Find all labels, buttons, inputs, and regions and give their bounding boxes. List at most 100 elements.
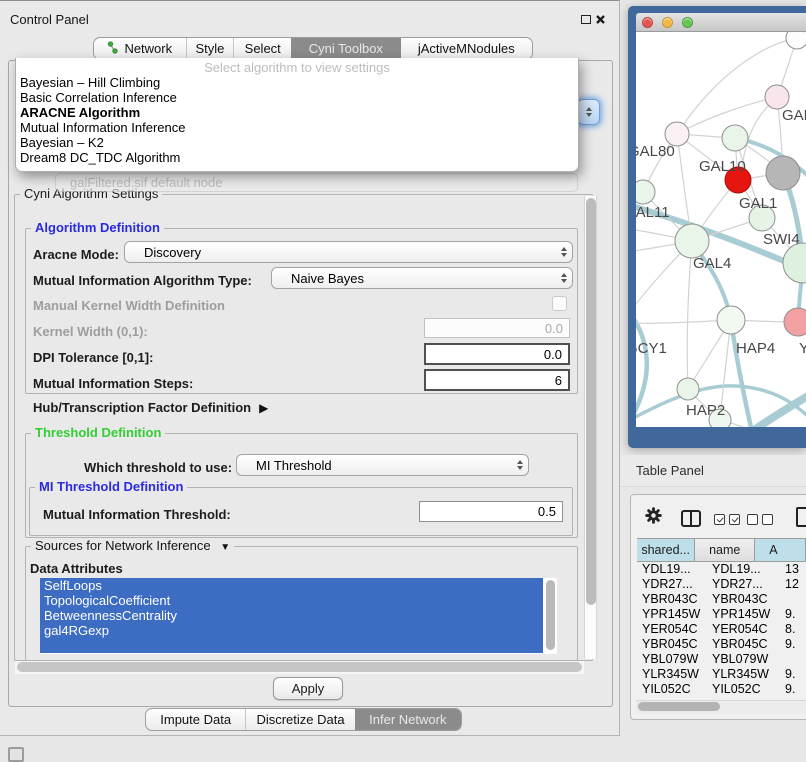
table-cell: YBR045C xyxy=(637,637,710,651)
tab-network[interactable]: Network xyxy=(94,38,186,59)
hub-definition-toggle[interactable]: Hub/Transcription Factor Definition ▶ xyxy=(33,400,268,415)
table-header: shared... name A xyxy=(637,538,806,562)
network-node[interactable] xyxy=(766,156,800,190)
tab-label: Style xyxy=(196,41,225,56)
network-node-Y[interactable] xyxy=(784,308,806,336)
tab-impute-data[interactable]: Impute Data xyxy=(146,709,245,730)
tab-cyni-toolbox[interactable]: Cyni Toolbox xyxy=(291,38,401,59)
zoom-traffic-light[interactable] xyxy=(682,17,693,28)
attribute-item[interactable]: BetweennessCentrality xyxy=(40,608,543,623)
attribute-item[interactable]: gal4RGexp xyxy=(40,623,543,638)
close-traffic-light[interactable] xyxy=(642,17,653,28)
network-selector-value: galFiltered.sif default node xyxy=(70,175,222,190)
network-selector-combobox[interactable]: galFiltered.sif default node xyxy=(55,173,578,192)
attribute-item[interactable]: TopologicalCoefficient xyxy=(40,593,543,608)
network-node-SWI4[interactable] xyxy=(783,243,806,283)
network-node-HAP2[interactable] xyxy=(677,378,699,400)
table-cell: YER054C xyxy=(637,622,710,636)
kernel-width-label: Kernel Width (0,1): xyxy=(33,324,148,339)
table-row[interactable]: YDL19...YDL19...13 xyxy=(637,561,806,576)
mi-threshold-input[interactable]: 0.5 xyxy=(419,501,563,522)
table-cell: YDR27... xyxy=(637,577,710,591)
expanded-arrow-icon: ▼ xyxy=(220,542,230,553)
control-panel-tabs: Network Style Select Cyni Toolbox jActiv… xyxy=(93,37,533,60)
tab-jactivemnodules[interactable]: jActiveMNodules xyxy=(401,38,532,59)
attribute-item[interactable]: SelfLoops xyxy=(40,578,543,593)
dpi-tolerance-input[interactable]: 0.0 xyxy=(424,343,570,365)
columns-icon[interactable] xyxy=(681,510,701,527)
table-body: YDL19...YDL19...13YDR27...YDR27...12YBR0… xyxy=(637,561,806,693)
network-node-GAL10[interactable] xyxy=(722,125,748,151)
algorithm-option[interactable]: Bayesian – Hill Climbing xyxy=(16,75,578,90)
network-svg: GALGAL80GAL10GAL11GAL1SWI4GAL4GCY1HAP4YH… xyxy=(636,32,806,427)
table-cell: 8. xyxy=(785,622,806,636)
minimize-traffic-light[interactable] xyxy=(662,17,673,28)
network-window-titlebar[interactable] xyxy=(636,13,806,32)
network-node-GAL11[interactable] xyxy=(636,180,655,204)
dropdown-placeholder: Select algorithm to view settings xyxy=(16,60,578,75)
table-cell: 13 xyxy=(785,562,806,576)
deselect-all-checkboxes-icon[interactable] xyxy=(747,514,773,525)
combo-stepper-icon xyxy=(561,242,567,262)
column-header-partial[interactable]: A xyxy=(755,539,806,561)
scrollbar-thumb[interactable] xyxy=(586,198,596,605)
table-row[interactable]: YER054CYER054C8. xyxy=(637,621,806,636)
algorithm-option[interactable]: Mutual Information Inference xyxy=(16,120,578,135)
mi-type-value: Naive Bayes xyxy=(291,271,364,286)
which-threshold-select[interactable]: MI Threshold xyxy=(236,454,529,476)
table-row[interactable]: YBR045CYBR045C9. xyxy=(637,636,806,651)
combo-stepper-icon xyxy=(561,268,567,288)
table-cell: YBL079W xyxy=(710,652,785,666)
tab-select[interactable]: Select xyxy=(233,38,291,59)
algorithm-dropdown-popup: Select algorithm to view settings Bayesi… xyxy=(15,58,579,172)
column-header-shared-name[interactable]: shared... xyxy=(637,539,695,561)
network-node-HAP4[interactable] xyxy=(717,306,745,334)
tab-style[interactable]: Style xyxy=(186,38,234,59)
algorithm-option[interactable]: Bayesian – K2 xyxy=(16,135,578,150)
network-node-GAL[interactable] xyxy=(765,85,789,109)
table-row[interactable]: YBL079WYBL079W xyxy=(637,651,806,666)
float-window-icon[interactable] xyxy=(581,15,591,24)
table-cell: 12 xyxy=(785,577,806,591)
tab-label: Impute Data xyxy=(160,712,231,727)
mi-steps-input[interactable]: 6 xyxy=(424,369,570,391)
kernel-width-input[interactable]: 0.0 xyxy=(424,318,570,338)
export-table-icon[interactable] xyxy=(796,507,806,527)
table-row[interactable]: YLR345WYLR345W9. xyxy=(637,666,806,681)
algorithm-option[interactable]: Dream8 DC_TDC Algorithm xyxy=(16,150,578,165)
column-header-name[interactable]: name xyxy=(695,539,755,561)
tab-discretize-data[interactable]: Discretize Data xyxy=(245,709,354,730)
network-node[interactable] xyxy=(786,32,806,49)
manual-kernel-checkbox[interactable] xyxy=(552,296,567,311)
aracne-mode-select[interactable]: Discovery xyxy=(124,241,573,263)
tab-infer-network[interactable]: Infer Network xyxy=(355,709,461,730)
table-row[interactable]: YPR145WYPR145W9. xyxy=(637,606,806,621)
tab-label: Infer Network xyxy=(369,712,446,727)
algorithm-option[interactable]: ARACNE Algorithm xyxy=(16,105,578,120)
node-label: GAL1 xyxy=(739,195,777,212)
gear-icon[interactable] xyxy=(645,507,662,524)
docked-panel-icon[interactable] xyxy=(8,747,24,762)
sources-toggle[interactable]: Sources for Network Inference ▼ xyxy=(31,539,234,555)
scrollbar-thumb[interactable] xyxy=(638,702,720,711)
attribute-item[interactable] xyxy=(40,638,543,653)
network-node-GAL4[interactable] xyxy=(675,224,709,258)
close-icon[interactable] xyxy=(595,13,606,24)
table-row[interactable]: YBR043CYBR043C xyxy=(637,591,806,606)
table-cell: YBR043C xyxy=(710,592,785,606)
table-cell: YDR27... xyxy=(710,577,785,591)
apply-button[interactable]: Apply xyxy=(273,677,343,700)
node-label: Y xyxy=(799,340,806,357)
aracne-mode-label: Aracne Mode: xyxy=(33,247,119,262)
table-row[interactable]: YIL052CYIL052C9. xyxy=(637,681,806,693)
panel-title: Control Panel xyxy=(10,12,89,27)
list-scrollbar-thumb[interactable] xyxy=(546,580,555,650)
algorithm-option[interactable]: Basic Correlation Inference xyxy=(16,90,578,105)
network-canvas[interactable]: GALGAL80GAL10GAL11GAL1SWI4GAL4GCY1HAP4YH… xyxy=(636,32,806,427)
scrollbar-thumb[interactable] xyxy=(17,662,582,672)
select-all-checkboxes-icon[interactable] xyxy=(714,514,740,525)
mi-type-select[interactable]: Naive Bayes xyxy=(271,267,573,289)
node-label: GAL80 xyxy=(636,143,675,160)
algorithm-combobox-stepper[interactable] xyxy=(577,99,600,125)
table-row[interactable]: YDR27...YDR27...12 xyxy=(637,576,806,591)
